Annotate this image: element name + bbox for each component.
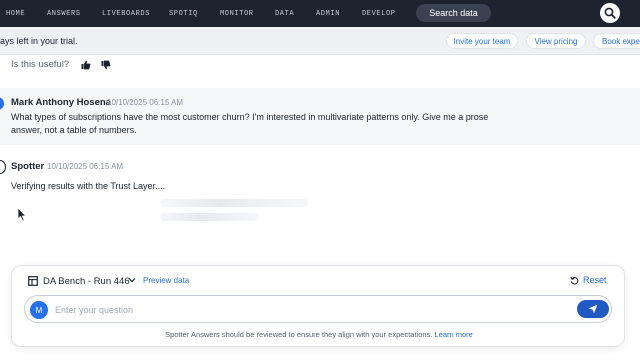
top-nav: HOME ANSWERS LIVEBOARDS SPOTIQ MONITOR D… [0, 0, 640, 27]
thumbs-down-button[interactable] [100, 59, 112, 71]
reset-button[interactable]: Reset [570, 275, 607, 285]
spotter-name: Spotter [11, 161, 45, 172]
question-composer: DA Bench - Run 446 Preview data Reset M … [11, 265, 625, 347]
search-data-button[interactable]: Search data [416, 4, 491, 22]
thumbs-up-button[interactable] [80, 59, 92, 71]
table-icon [28, 276, 38, 286]
question-input-wrapper: M [24, 295, 612, 323]
learn-more-link[interactable]: Learn more [434, 330, 472, 339]
nav-item-answers[interactable]: ANSWERS [47, 10, 81, 18]
nav-item-monitor[interactable]: MONITOR [220, 10, 254, 18]
trial-banner: ays left in your trial. Invite your team… [0, 27, 640, 55]
book-expert-button[interactable]: Book expe [593, 33, 640, 49]
nav-item-home[interactable]: HOME [6, 10, 25, 18]
trial-days-text: ays left in your trial. [0, 36, 78, 46]
question-input[interactable] [55, 302, 555, 318]
feedback-prompt: Is this useful? [11, 59, 70, 70]
disclaimer: Spotter Answers should be reviewed to en… [12, 330, 626, 339]
user-message-time: 10/10/2025 06:15 AM [107, 98, 184, 107]
spotter-status-text: Verifying results with the Trust Layer..… [11, 181, 166, 191]
preview-data-link[interactable]: Preview data [143, 276, 189, 285]
view-pricing-button[interactable]: View pricing [526, 33, 586, 49]
mouse-cursor-icon [17, 207, 27, 222]
nav-item-spotiq[interactable]: SPOTIQ [169, 10, 198, 18]
send-button[interactable] [577, 300, 609, 318]
global-search-button[interactable] [600, 3, 620, 23]
thumbs-down-icon [101, 60, 111, 70]
nav-item-develop[interactable]: DEVELOP [362, 10, 396, 18]
disclaimer-text: Spotter Answers should be reviewed to en… [165, 330, 433, 339]
loading-skeleton-line [160, 199, 308, 207]
user-message-line-1: What types of subscriptions have the mos… [11, 112, 489, 122]
thumbs-up-icon [81, 60, 91, 70]
reset-label: Reset [583, 275, 607, 285]
worksheet-selector[interactable]: DA Bench - Run 446 [43, 276, 130, 287]
reset-icon [570, 276, 579, 285]
chevron-down-icon[interactable] [128, 276, 136, 284]
user-name: Mark Anthony Hosena [11, 97, 111, 108]
spotter-avatar-icon [0, 160, 6, 174]
user-message-line-2: answer, not a table of numbers. [11, 125, 137, 135]
nav-item-admin[interactable]: ADMIN [316, 10, 340, 18]
spotter-message-time: 10/10/2025 06:15 AM [47, 162, 124, 171]
avatar: M [30, 301, 48, 319]
send-icon [588, 304, 598, 314]
nav-item-liveboards[interactable]: LIVEBOARDS [102, 10, 150, 18]
invite-team-button[interactable]: Invite your team [446, 33, 518, 49]
search-icon [604, 7, 616, 19]
loading-skeleton-line [160, 213, 258, 221]
nav-item-data[interactable]: DATA [275, 10, 294, 18]
